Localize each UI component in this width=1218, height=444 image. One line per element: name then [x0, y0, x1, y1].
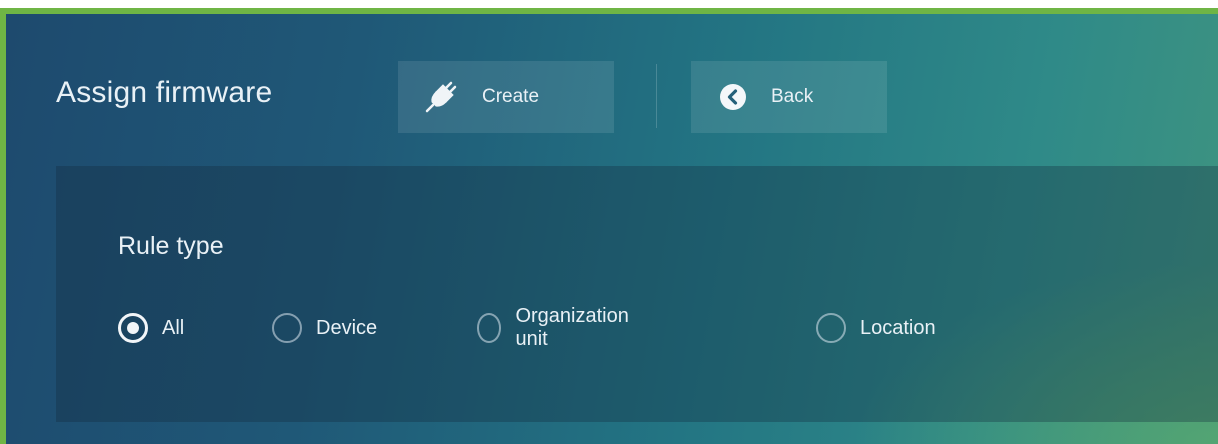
- page-title: Assign firmware: [56, 76, 273, 109]
- back-button-label: Back: [771, 86, 814, 107]
- radio-all-label: All: [162, 316, 185, 339]
- toolbar-divider: [656, 64, 657, 128]
- plug-icon: [424, 80, 458, 114]
- rule-type-label: Rule type: [118, 232, 224, 260]
- radio-organization-unit[interactable]: Organization unit: [477, 305, 634, 350]
- radio-organization-unit-label: Organization unit: [515, 305, 629, 350]
- app-frame: Assign firmware Create Back Rule type Al…: [0, 8, 1218, 444]
- radio-selected-indicator[interactable]: [118, 313, 148, 343]
- create-button[interactable]: Create: [398, 61, 614, 133]
- radio-indicator[interactable]: [272, 313, 302, 343]
- radio-device[interactable]: Device: [272, 310, 377, 346]
- back-button[interactable]: Back: [691, 61, 887, 133]
- radio-indicator[interactable]: [816, 313, 846, 343]
- radio-location[interactable]: Location: [816, 310, 936, 346]
- radio-device-label: Device: [316, 316, 378, 339]
- chevron-left-circle-icon: [719, 83, 747, 111]
- create-button-label: Create: [482, 86, 540, 107]
- radio-location-label: Location: [860, 316, 936, 339]
- radio-all[interactable]: All: [118, 310, 184, 346]
- rule-type-panel: Rule type All Device Organization unit L…: [56, 166, 1218, 422]
- radio-indicator[interactable]: [477, 313, 502, 343]
- page-header: Assign firmware Create Back: [6, 14, 1218, 164]
